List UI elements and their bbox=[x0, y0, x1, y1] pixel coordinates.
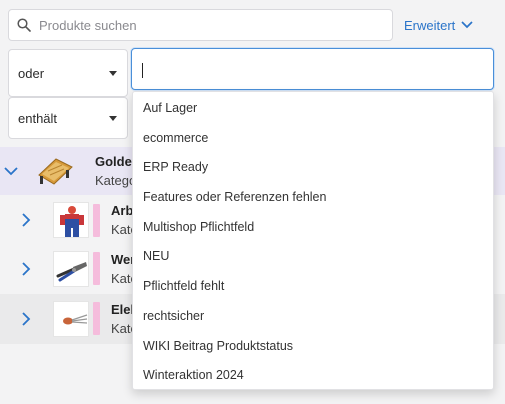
chevron-right-icon[interactable] bbox=[19, 262, 33, 276]
chevron-down-icon[interactable] bbox=[4, 164, 18, 178]
tag-indicator bbox=[93, 204, 100, 237]
text-cursor bbox=[142, 63, 143, 78]
product-thumbnail bbox=[53, 251, 89, 287]
search-input[interactable]: Produkte suchen bbox=[8, 9, 393, 41]
search-icon bbox=[17, 18, 31, 32]
chevron-right-icon[interactable] bbox=[19, 312, 33, 326]
dropdown-option[interactable]: Winteraktion 2024 bbox=[133, 361, 493, 391]
filter-logic-value: oder bbox=[18, 65, 45, 81]
overalls-image-icon bbox=[60, 206, 84, 237]
advanced-search-toggle[interactable]: Erweitert bbox=[404, 9, 473, 41]
product-title[interactable]: Arb bbox=[111, 203, 133, 218]
search-placeholder: Produkte suchen bbox=[39, 17, 137, 33]
dropdown-option[interactable]: Features oder Referenzen fehlen bbox=[133, 183, 493, 213]
dropdown-option[interactable]: ERP Ready bbox=[133, 153, 493, 183]
filter-logic-select[interactable]: oder bbox=[8, 49, 128, 97]
product-category: Katego bbox=[95, 173, 137, 188]
caret-down-icon bbox=[109, 115, 117, 121]
tag-options-dropdown: Auf Lager ecommerce ERP Ready Features o… bbox=[132, 91, 494, 390]
dropdown-option[interactable]: ecommerce bbox=[133, 124, 493, 154]
filter-operator-value: enthält bbox=[18, 110, 58, 126]
chevron-right-icon[interactable] bbox=[19, 213, 33, 227]
tag-indicator bbox=[93, 302, 100, 335]
advanced-label: Erweitert bbox=[404, 17, 456, 33]
chevron-down-icon bbox=[461, 21, 473, 29]
electrode-image-icon bbox=[63, 314, 88, 325]
caret-down-icon bbox=[109, 70, 117, 76]
product-thumbnail bbox=[53, 202, 89, 238]
dropdown-option[interactable]: Auf Lager bbox=[133, 94, 493, 124]
product-thumbnail bbox=[36, 153, 74, 189]
dropdown-option[interactable]: WIKI Beitrag Produktstatus bbox=[133, 332, 493, 362]
dropdown-option[interactable]: Pflichtfeld fehlt bbox=[133, 272, 493, 302]
dropdown-option[interactable]: Multishop Pflichtfeld bbox=[133, 213, 493, 243]
pliers-image-icon bbox=[56, 262, 87, 282]
dropdown-option[interactable]: rechtsicher bbox=[133, 302, 493, 332]
tag-indicator bbox=[93, 252, 100, 285]
tag-filter-input[interactable] bbox=[131, 48, 494, 90]
filter-operator-select[interactable]: enthält bbox=[8, 97, 128, 139]
dropdown-option[interactable]: NEU bbox=[133, 242, 493, 272]
board-image-icon bbox=[38, 158, 73, 185]
product-thumbnail bbox=[53, 301, 89, 337]
